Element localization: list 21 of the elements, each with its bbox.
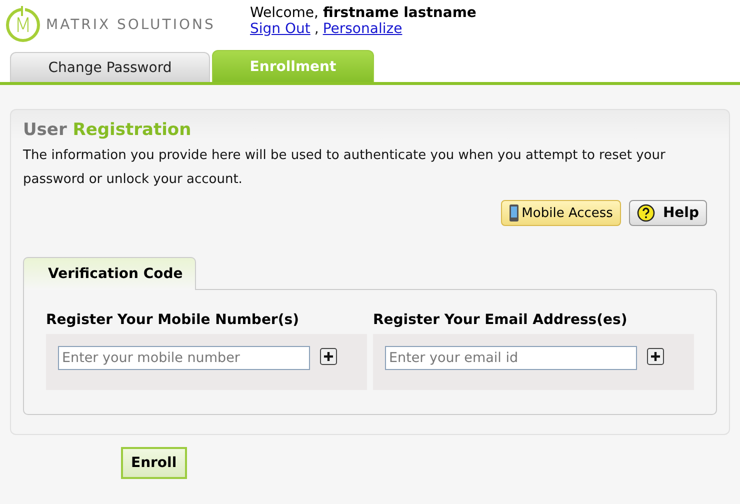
link-separator: , bbox=[314, 21, 319, 37]
welcome-text: Welcome, firstname lastname bbox=[250, 5, 476, 21]
field-label: Register Your Email Address(es) bbox=[373, 312, 628, 328]
description-text: The information you provide here will be used to authenticate you when you attempt to reset your password or unlock your account. bbox=[23, 147, 666, 189]
section-tab[interactable]: Verification Code bbox=[23, 257, 196, 290]
nav-tab[interactable]: Change Password bbox=[10, 52, 210, 82]
personalize-link[interactable]: Personalize bbox=[322, 21, 402, 37]
mobile-access-button[interactable]: Mobile Access bbox=[500, 200, 621, 226]
panel-title: User Registration bbox=[23, 120, 192, 140]
logo-mark: M bbox=[6, 8, 40, 42]
input-field[interactable]: Enter your email id bbox=[385, 346, 637, 370]
add-icon[interactable] bbox=[320, 348, 337, 365]
sign-out-link[interactable]: Sign Out bbox=[250, 21, 310, 37]
enroll-button[interactable]: Enroll bbox=[121, 447, 187, 479]
input-field[interactable]: Enter your mobile number bbox=[58, 346, 310, 370]
logo-wordmark: MATRIX SOLUTIONS bbox=[46, 17, 216, 33]
phone-icon bbox=[508, 204, 519, 222]
add-icon[interactable] bbox=[647, 348, 664, 365]
help-button[interactable]: Help bbox=[628, 200, 707, 226]
help-icon bbox=[636, 204, 655, 222]
field-label: Register Your Mobile Number(s) bbox=[46, 312, 300, 328]
